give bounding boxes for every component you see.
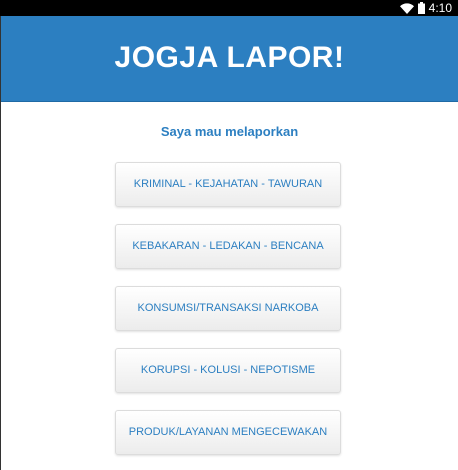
- category-button-korupsi[interactable]: KORUPSI - KOLUSI - NEPOTISME: [115, 348, 341, 393]
- app-screen: JOGJA LAPOR! Saya mau melaporkan KRIMINA…: [1, 16, 458, 470]
- wifi-icon: [399, 2, 414, 14]
- status-icons: 4:10: [399, 1, 452, 15]
- status-time: 4:10: [428, 1, 452, 15]
- category-button-produk-layanan[interactable]: PRODUK/LAYANAN MENGECEWAKAN: [115, 410, 341, 455]
- category-button-narkoba[interactable]: KONSUMSI/TRANSAKSI NARKOBA: [115, 286, 341, 331]
- category-button-kebakaran[interactable]: KEBAKARAN - LEDAKAN - BENCANA: [115, 224, 341, 269]
- status-bar: 4:10: [0, 0, 458, 16]
- app-title: JOGJA LAPOR!: [114, 41, 345, 74]
- category-button-kriminal[interactable]: KRIMINAL - KEJAHATAN - TAWURAN: [115, 162, 341, 207]
- report-prompt: Saya mau melaporkan: [160, 124, 299, 139]
- battery-icon: [417, 2, 425, 14]
- app-header: JOGJA LAPOR!: [1, 16, 458, 102]
